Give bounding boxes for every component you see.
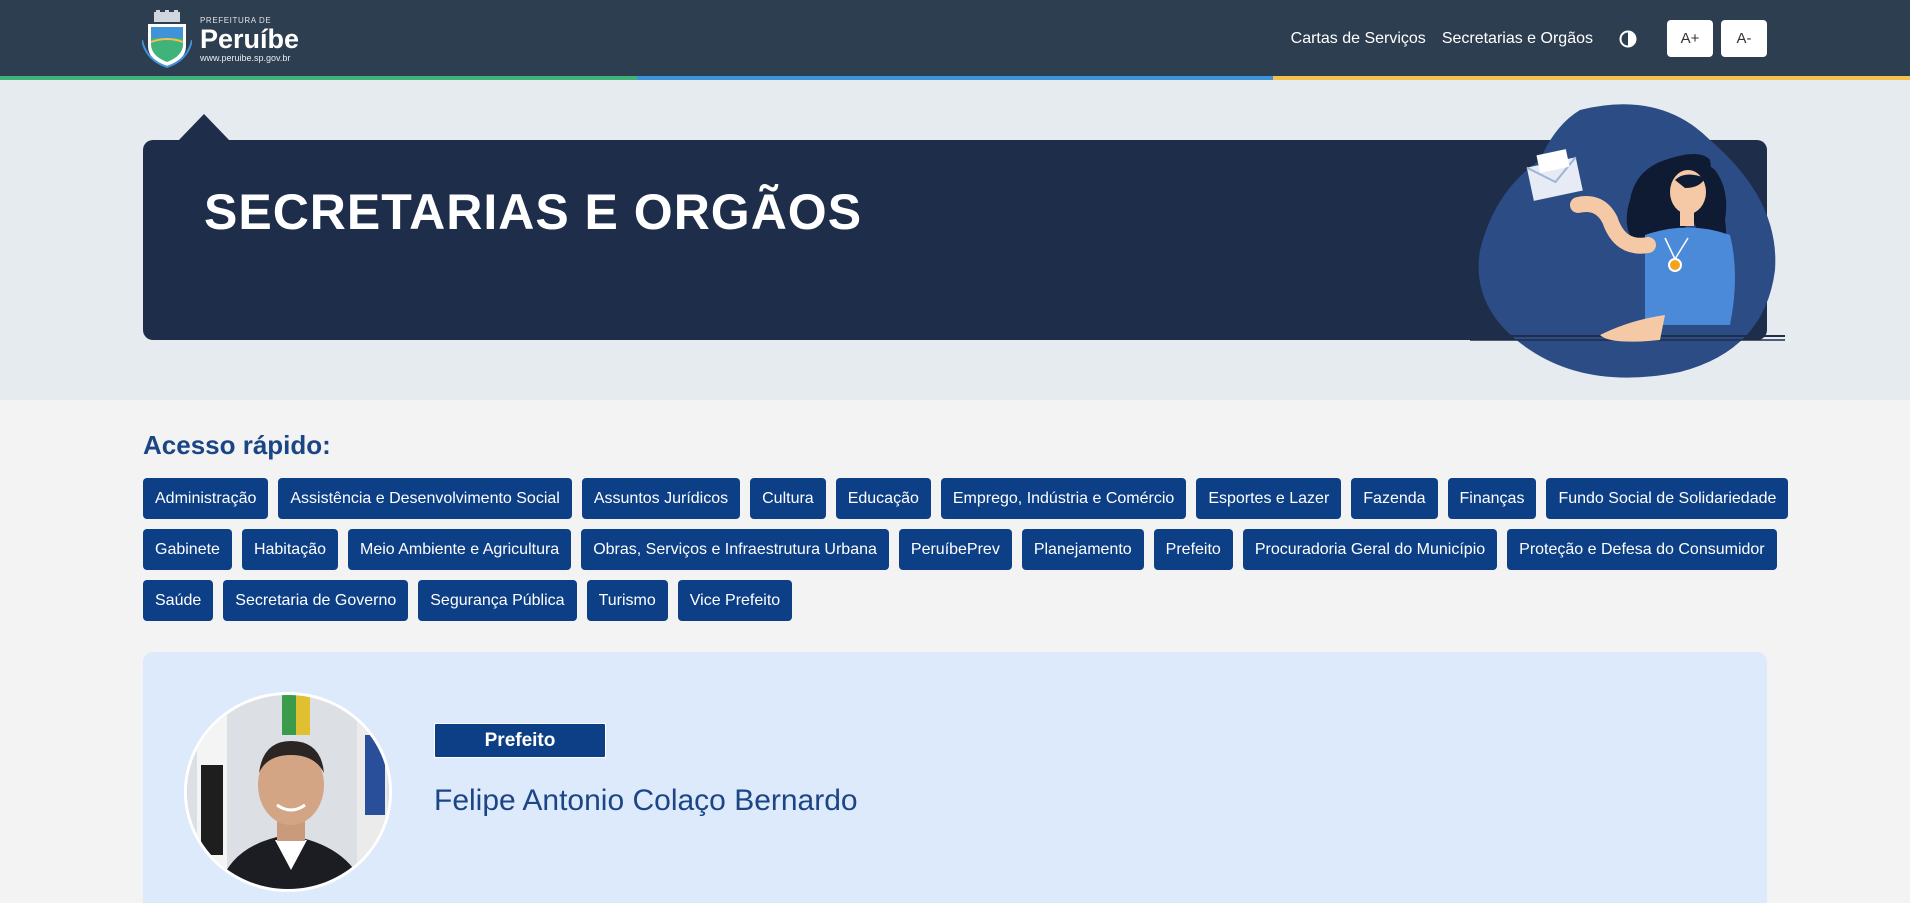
tag-gabinete[interactable]: Gabinete: [143, 529, 232, 570]
person-photo-icon: [187, 695, 389, 889]
quick-access-title: Acesso rápido:: [143, 430, 331, 460]
tag-vice-prefeito[interactable]: Vice Prefeito: [677, 580, 793, 621]
tag-financas[interactable]: Finanças: [1447, 478, 1537, 519]
tag-saude[interactable]: Saúde: [143, 580, 214, 621]
tag-prefeito[interactable]: Prefeito: [1153, 529, 1233, 570]
city-crest-icon: [142, 10, 192, 68]
tag-emprego-industria-e-comercio[interactable]: Emprego, Indústria e Comércio: [940, 478, 1187, 519]
nav-link-cartas-de-servicos[interactable]: Cartas de Serviços: [1291, 30, 1426, 48]
tag-seguranca-publica[interactable]: Segurança Pública: [418, 580, 577, 621]
tag-planejamento[interactable]: Planejamento: [1021, 529, 1144, 570]
top-nav: Cartas de Serviços Secretarias e Orgãos …: [1291, 20, 1767, 57]
logo-small-text: PREFEITURA DE: [200, 15, 272, 25]
tag-educacao[interactable]: Educação: [835, 478, 931, 519]
role-badge: Prefeito: [434, 723, 606, 758]
avatar: [184, 692, 392, 892]
tag-administracao[interactable]: Administração: [143, 478, 269, 519]
tag-row: Gabinete Habitação Meio Ambiente e Agric…: [143, 529, 1783, 570]
tag-habitacao[interactable]: Habitação: [241, 529, 338, 570]
tag-meio-ambiente-e-agricultura[interactable]: Meio Ambiente e Agricultura: [347, 529, 572, 570]
page-title: SECRETARIAS E ORGÃOS: [204, 184, 863, 240]
site-header: PREFEITURA DE Peruíbe www.peruibe.sp.gov…: [0, 0, 1910, 76]
person-name: Felipe Antonio Colaço Bernardo: [434, 784, 858, 817]
logo-url: www.peruibe.sp.gov.br: [200, 52, 291, 63]
tag-protecao-e-defesa-do-consumidor[interactable]: Proteção e Defesa do Consumidor: [1507, 529, 1777, 570]
quick-access-tags: Administração Assistência e Desenvolvime…: [143, 478, 1789, 631]
banner-notch: [178, 114, 230, 141]
tag-procuradoria-geral-do-municipio[interactable]: Procuradoria Geral do Município: [1242, 529, 1498, 570]
tag-fundo-social-de-solidariedade[interactable]: Fundo Social de Solidariedade: [1546, 478, 1789, 519]
woman-with-envelope-illustration: [1470, 104, 1785, 378]
tag-row: Saúde Secretaria de Governo Segurança Pú…: [143, 580, 1783, 621]
tag-esportes-e-lazer[interactable]: Esportes e Lazer: [1196, 478, 1342, 519]
tag-assistencia-e-desenvolvimento-social[interactable]: Assistência e Desenvolvimento Social: [278, 478, 572, 519]
nav-link-secretarias-e-orgaos[interactable]: Secretarias e Orgãos: [1442, 30, 1593, 48]
contrast-icon[interactable]: [1619, 30, 1637, 48]
tag-cultura[interactable]: Cultura: [750, 478, 826, 519]
tag-fazenda[interactable]: Fazenda: [1351, 478, 1438, 519]
tag-secretaria-de-governo[interactable]: Secretaria de Governo: [223, 580, 409, 621]
font-increase-button[interactable]: A+: [1667, 20, 1713, 57]
tag-turismo[interactable]: Turismo: [586, 580, 668, 621]
logo-name: Peruíbe: [200, 23, 300, 54]
site-logo[interactable]: PREFEITURA DE Peruíbe www.peruibe.sp.gov…: [142, 10, 299, 68]
tag-assuntos-juridicos[interactable]: Assuntos Jurídicos: [581, 478, 741, 519]
tag-row: Administração Assistência e Desenvolvime…: [143, 478, 1789, 519]
tag-peruibeprev[interactable]: PeruíbePrev: [898, 529, 1012, 570]
tag-obras-servicos-e-infraestrutura-urbana[interactable]: Obras, Serviços e Infraestrutura Urbana: [581, 529, 889, 570]
font-decrease-button[interactable]: A-: [1721, 20, 1767, 57]
